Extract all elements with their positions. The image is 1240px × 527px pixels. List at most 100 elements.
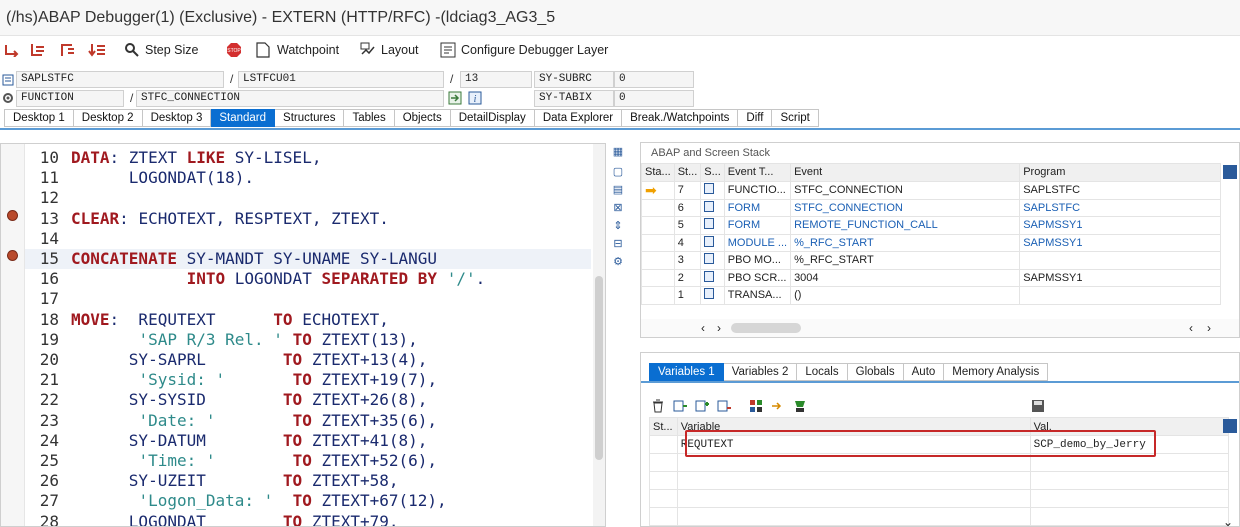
column-header[interactable]: S... <box>700 163 725 182</box>
tab-variables-2[interactable]: Variables 2 <box>723 363 798 381</box>
event-type: FORM <box>723 198 792 217</box>
breakpoint-gutter[interactable] <box>1 144 25 526</box>
variable-value[interactable] <box>1029 489 1230 508</box>
line-number: 13 <box>39 208 59 228</box>
editor-scrollbar[interactable] <box>593 144 605 526</box>
gear-icon <box>2 92 14 104</box>
variable-row[interactable] <box>649 489 1230 508</box>
insert-row-icon[interactable] <box>673 399 687 413</box>
execute-icon[interactable] <box>30 40 46 60</box>
tab-objects[interactable]: Objects <box>394 109 451 127</box>
configure-layer-button[interactable]: Configure Debugger Layer <box>440 40 608 60</box>
tab-break-watchpoints[interactable]: Break./Watchpoints <box>622 109 739 127</box>
tab-script[interactable]: Script <box>772 109 819 127</box>
tab-standard[interactable]: Standard <box>211 109 276 127</box>
variable-row[interactable] <box>649 471 1230 490</box>
swap-icon[interactable]: ⇕ <box>610 219 626 233</box>
variable-value[interactable] <box>1029 471 1230 490</box>
code-line: 19 'SAP R/3 Rel. ' TO ZTEXT(13), <box>25 330 591 350</box>
grid-icon[interactable]: ▦ <box>610 145 626 159</box>
navigate-icon[interactable] <box>448 91 462 105</box>
save-icon[interactable] <box>1031 399 1045 413</box>
single-step-icon[interactable] <box>4 40 20 60</box>
variable-name[interactable] <box>676 507 1031 526</box>
scrollbar-thumb[interactable] <box>731 323 801 333</box>
column-header[interactable]: Program <box>1019 163 1221 182</box>
keyword: TO <box>282 390 303 410</box>
structure-icon[interactable] <box>749 399 763 413</box>
settings-icon[interactable] <box>1223 165 1237 179</box>
variable-name[interactable] <box>676 489 1031 508</box>
column-header[interactable]: St... <box>673 163 702 182</box>
tab-tables[interactable]: Tables <box>344 109 395 127</box>
code-text: : REQUTEXT <box>109 309 274 329</box>
tab-locals[interactable]: Locals <box>797 363 848 381</box>
column-header[interactable]: St... <box>649 417 678 436</box>
tab-globals[interactable]: Globals <box>847 363 904 381</box>
settings-icon[interactable] <box>1223 419 1237 433</box>
scroll-left-icon[interactable]: ‹ <box>701 321 705 335</box>
stack-row[interactable]: 6 FORM STFC_CONNECTION SAPLSTFC <box>641 198 1221 217</box>
event-field[interactable]: STFC_CONNECTION <box>136 90 444 107</box>
stack-row[interactable]: 4 MODULE ... %_RFC_START SAPMSSY1 <box>641 233 1221 252</box>
tab-auto[interactable]: Auto <box>903 363 945 381</box>
breakpoint-icon[interactable] <box>7 210 18 221</box>
remove-var-icon[interactable] <box>717 399 731 413</box>
stop-icon[interactable]: STOP <box>226 40 242 60</box>
variable-row[interactable] <box>649 507 1230 526</box>
scroll-left-icon[interactable]: ‹ <box>1189 321 1193 335</box>
string-literal: 'Sysid: ' <box>138 370 226 390</box>
keyword: CONCATENATE <box>71 249 177 268</box>
scrollbar-thumb[interactable] <box>595 276 603 460</box>
continue-icon[interactable] <box>88 40 106 60</box>
return-icon[interactable] <box>60 40 76 60</box>
stack-row[interactable]: 1 TRANSA...() <box>641 286 1221 305</box>
tab-diff[interactable]: Diff <box>738 109 773 127</box>
program-field[interactable]: SAPLSTFC <box>16 71 224 88</box>
stack-scrollbar[interactable]: ‹ › ‹ › <box>641 319 1239 337</box>
stack-row[interactable]: 5 FORM REMOTE_FUNCTION_CALL SAPMSSY1 <box>641 216 1221 235</box>
event-type-field[interactable]: FUNCTION <box>16 90 124 107</box>
step-size-button[interactable]: Step Size <box>124 40 199 60</box>
tab-desktop-3[interactable]: Desktop 3 <box>142 109 212 127</box>
source-code-editor[interactable]: 10 DATA: ZTEXT LIKE SY-LISEL, 11 LOGONDAT(… <box>0 143 606 527</box>
close-tool-icon[interactable]: ⊠ <box>610 201 626 215</box>
tab-variables-1[interactable]: Variables 1 <box>649 363 724 381</box>
breakpoint-icon[interactable] <box>7 250 18 261</box>
stack-icon[interactable]: ▤ <box>610 183 626 197</box>
code-text: . <box>475 269 486 289</box>
tab-detaildisplay[interactable]: DetailDisplay <box>450 109 535 127</box>
scroll-down-icon[interactable]: ⌄ <box>1223 515 1233 526</box>
watchpoint-button[interactable]: Watchpoint <box>256 40 339 60</box>
column-header[interactable]: Event T... <box>723 163 792 182</box>
tool-icon[interactable]: ⚙ <box>610 255 626 269</box>
column-header[interactable]: Event <box>790 163 1021 182</box>
line-field[interactable]: 13 <box>460 71 532 88</box>
tab-memory-analysis[interactable]: Memory Analysis <box>944 363 1049 381</box>
column-header[interactable]: Sta... <box>641 163 675 182</box>
delete-icon[interactable] <box>651 399 665 413</box>
info-icon[interactable]: i <box>468 91 482 105</box>
layout-button[interactable]: Layout <box>360 40 419 60</box>
insert-var-icon[interactable] <box>695 399 709 413</box>
tab-desktop-2[interactable]: Desktop 2 <box>73 109 143 127</box>
stack-row[interactable]: 2 PBO SCR... 3004 SAPMSSY1 <box>641 268 1221 287</box>
tab-structures[interactable]: Structures <box>275 109 345 127</box>
scroll-right-icon[interactable]: › <box>717 321 721 335</box>
new-page-icon[interactable]: ▢ <box>610 165 626 179</box>
transfer-icon[interactable] <box>771 399 785 413</box>
variable-value[interactable] <box>1029 507 1230 526</box>
tab-data-explorer[interactable]: Data Explorer <box>534 109 623 127</box>
include-field[interactable]: LSTFCU01 <box>238 71 444 88</box>
maximize-icon[interactable]: ⊟ <box>610 237 626 251</box>
tab-desktop-1[interactable]: Desktop 1 <box>4 109 74 127</box>
export-icon[interactable] <box>793 399 807 413</box>
code-line: 13 CLEAR: ECHOTEXT, RESPTEXT, ZTEXT. <box>25 209 591 229</box>
scroll-right-icon[interactable]: › <box>1207 321 1211 335</box>
stack-level: 4 <box>673 233 702 252</box>
stack-row[interactable]: ➡ 7 FUNCTIO... STFC_CONNECTION SAPLSTFC <box>641 180 1221 200</box>
line-number: 19 <box>39 329 59 349</box>
variable-name[interactable] <box>676 471 1031 490</box>
stack-row[interactable]: 3 PBO MO... %_RFC_START <box>641 251 1221 270</box>
